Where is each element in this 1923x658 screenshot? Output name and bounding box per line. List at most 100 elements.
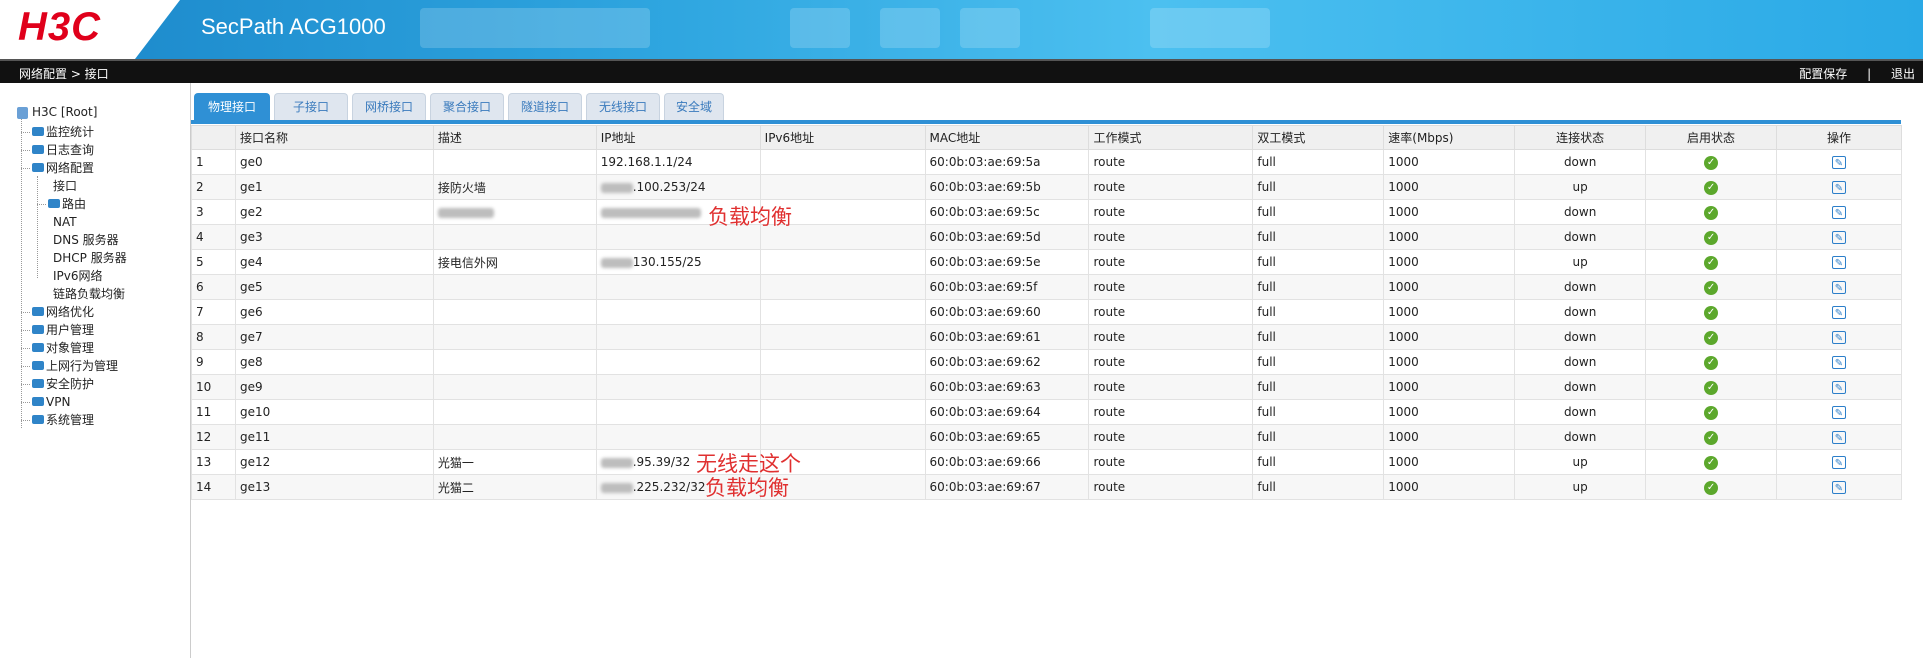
row-enabled: ✓ [1645,349,1777,375]
folder-icon [32,145,44,154]
row-mac: 60:0b:03:ae:69:5d [924,224,1090,250]
row-ip [595,349,761,375]
row-mode: route [1088,474,1254,500]
row-duplex: full [1252,174,1385,200]
row-enabled: ✓ [1645,449,1777,475]
row-ipv6 [759,174,926,200]
table-row: 13 ge12 光猫一 .95.39/32 60:0b:03:ae:69:66 route… [191,449,1903,475]
row-mode: route [1088,449,1254,475]
sidebar-item-users[interactable]: 用户管理 [32,322,94,338]
row-link: down [1514,349,1647,375]
row-link: down [1514,199,1647,225]
edit-icon[interactable]: ✎ [1831,156,1846,169]
tab-wireless[interactable]: 无线接口 [586,93,660,120]
row-rate: 1000 [1383,249,1516,275]
row-link: up [1514,249,1647,275]
folder-icon [48,199,60,208]
edit-icon[interactable]: ✎ [1831,281,1846,294]
sidebar-item-link-lb[interactable]: 链路负载均衡 [53,286,125,302]
edit-icon[interactable]: ✎ [1831,406,1846,419]
sidebar-item-optimize[interactable]: 网络优化 [32,304,94,320]
edit-icon[interactable]: ✎ [1831,331,1846,344]
h3c-logo: H3C [18,5,102,49]
logout-link[interactable]: 退出 [1891,67,1915,81]
row-enabled: ✓ [1645,374,1777,400]
row-name: ge6 [234,299,434,325]
table-row: 14 ge13 光猫二 .225.232/32 60:0b:03:ae:69:67 rou… [191,474,1903,500]
row-index: 3 [191,199,236,225]
check-circle-icon: ✓ [1704,181,1719,195]
col-mac: MAC地址 [924,125,1090,150]
row-mac: 60:0b:03:ae:69:5e [924,249,1090,275]
edit-icon[interactable]: ✎ [1831,306,1846,319]
sidebar-item-vpn[interactable]: VPN [32,394,70,410]
row-duplex: full [1252,249,1385,275]
row-mode: route [1088,274,1254,300]
row-rate: 1000 [1383,474,1516,500]
row-mode: route [1088,299,1254,325]
row-duplex: full [1252,399,1385,425]
edit-icon[interactable]: ✎ [1831,256,1846,269]
row-action: ✎ [1775,249,1903,275]
tab-aggregate[interactable]: 聚合接口 [430,93,504,120]
row-mac: 60:0b:03:ae:69:5a [924,149,1090,175]
edit-icon[interactable]: ✎ [1831,381,1846,394]
row-name: ge11 [234,424,434,450]
sidebar-item-dhcp[interactable]: DHCP 服务器 [53,250,127,266]
edit-icon[interactable]: ✎ [1831,456,1846,469]
row-name: ge2 [234,199,434,225]
tab-physical[interactable]: 物理接口 [194,93,270,120]
sidebar-item-dns[interactable]: DNS 服务器 [53,232,119,248]
tab-sub[interactable]: 子接口 [274,93,348,120]
edit-icon[interactable]: ✎ [1831,431,1846,444]
row-action: ✎ [1775,224,1903,250]
tree-root[interactable]: H3C [Root] [17,104,97,120]
edit-icon[interactable]: ✎ [1831,231,1846,244]
row-ip [595,374,761,400]
sidebar-item-objects[interactable]: 对象管理 [32,340,94,356]
sidebar-item-network[interactable]: 网络配置 [32,160,94,176]
interface-table: 接口名称 描述 IP地址 IPv6地址 MAC地址 工作模式 双工模式 速率(M… [191,125,1903,500]
row-enabled: ✓ [1645,474,1777,500]
row-link: up [1514,174,1647,200]
breadcrumb: 网络配置 > 接口 [19,67,109,81]
row-rate: 1000 [1383,374,1516,400]
sidebar-item-monitor[interactable]: 监控统计 [32,124,94,140]
product-title: SecPath ACG1000 [201,14,386,39]
row-index: 2 [191,174,236,200]
nav-bar: 网络配置 > 接口 配置保存 | 退出 [0,59,1923,83]
row-rate: 1000 [1383,224,1516,250]
ip-text: .225.232/32 [632,480,706,494]
row-duplex: full [1252,199,1385,225]
edit-icon[interactable]: ✎ [1831,481,1846,494]
row-rate: 1000 [1383,399,1516,425]
row-enabled: ✓ [1645,224,1777,250]
row-ipv6 [759,274,926,300]
edit-icon[interactable]: ✎ [1831,181,1846,194]
sidebar-item-system[interactable]: 系统管理 [32,412,94,428]
sidebar-item-logs[interactable]: 日志查询 [32,142,94,158]
check-circle-icon: ✓ [1704,356,1719,370]
tab-bridge[interactable]: 网桥接口 [352,93,426,120]
sidebar-item-ipv6[interactable]: IPv6网络 [53,268,103,284]
row-duplex: full [1252,274,1385,300]
tab-underline [191,120,1901,124]
tab-tunnel[interactable]: 隧道接口 [508,93,582,120]
row-mac: 60:0b:03:ae:69:62 [924,349,1090,375]
sidebar-item-interface[interactable]: 接口 [53,178,77,194]
edit-icon[interactable]: ✎ [1831,356,1846,369]
row-name: ge5 [234,274,434,300]
row-duplex: full [1252,474,1385,500]
sidebar-item-behavior[interactable]: 上网行为管理 [32,358,118,374]
tab-security-zone[interactable]: 安全域 [664,93,724,120]
sidebar-item-route[interactable]: 路由 [48,196,86,212]
row-desc: 接防火墙 [432,174,597,200]
edit-icon[interactable]: ✎ [1831,206,1846,219]
save-config-link[interactable]: 配置保存 [1799,67,1847,81]
sidebar-item-nat[interactable]: NAT [53,214,77,230]
col-mode: 工作模式 [1088,125,1254,150]
row-link: down [1514,399,1647,425]
row-name: ge4 [234,249,434,275]
row-ip [595,274,761,300]
sidebar-item-security[interactable]: 安全防护 [32,376,94,392]
